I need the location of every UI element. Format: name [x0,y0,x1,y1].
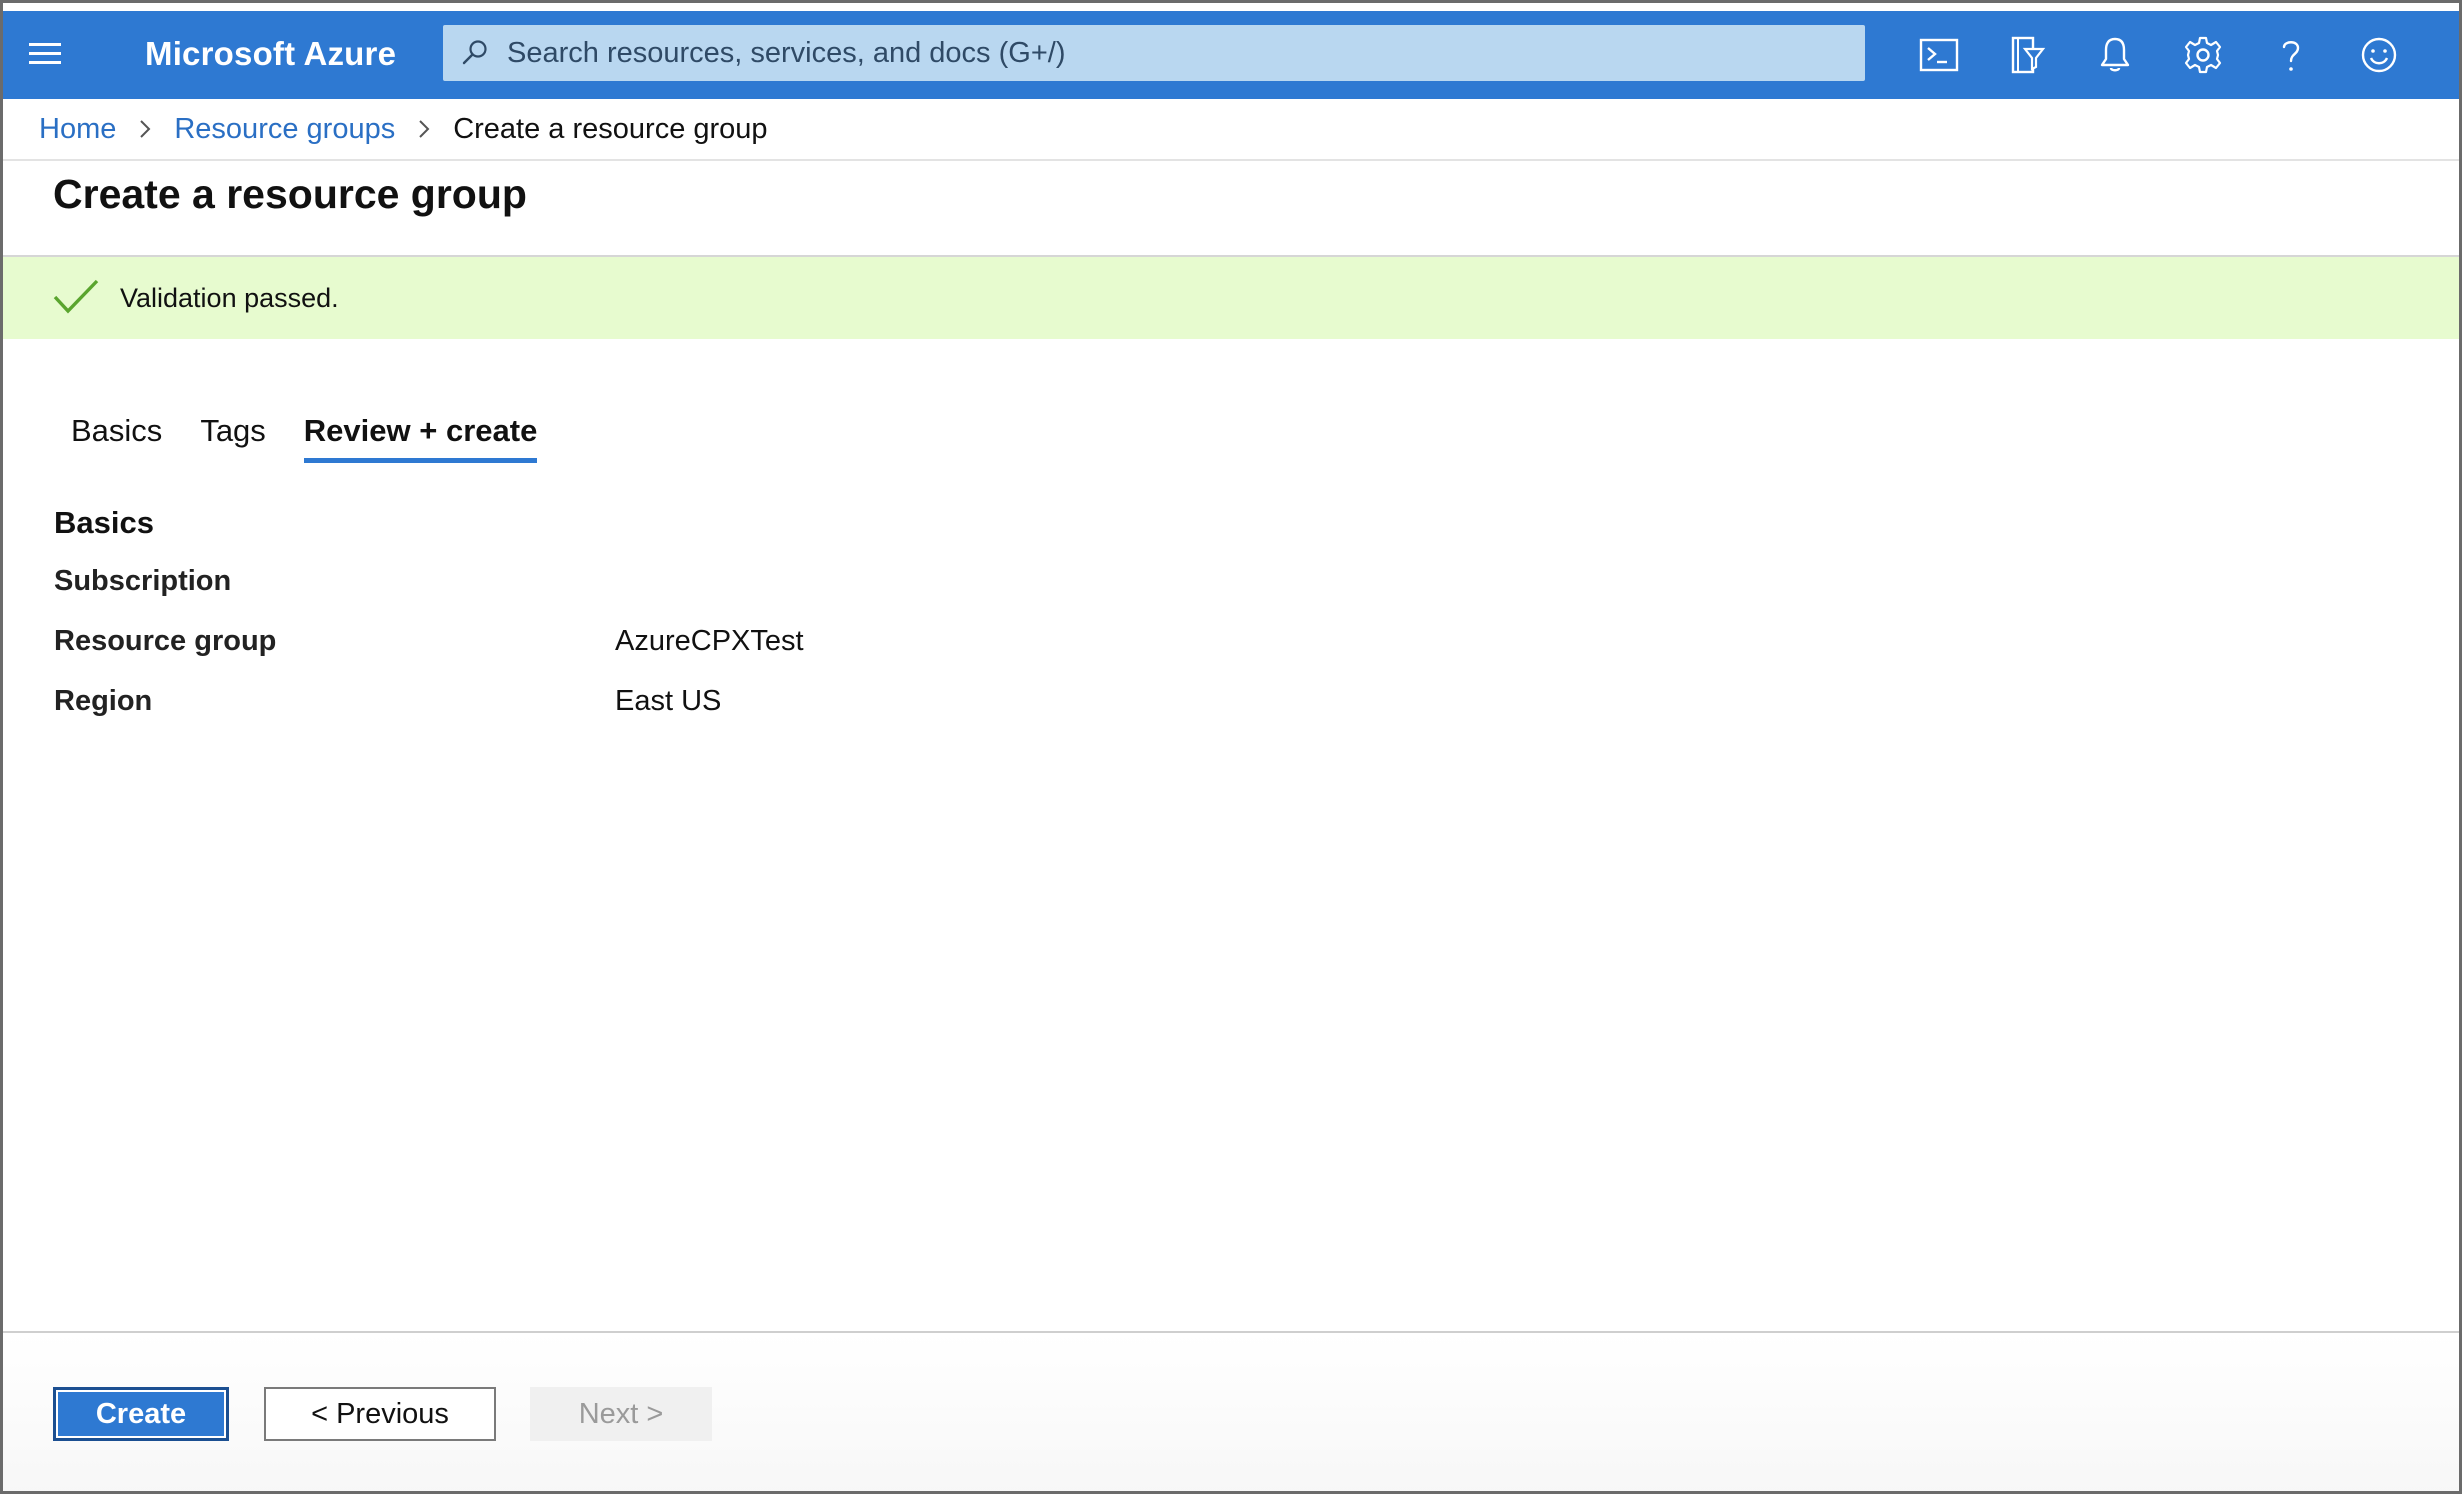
summary-row-resource-group: Resource group AzureCPXTest [54,625,1254,665]
summary-value: East US [615,685,722,717]
breadcrumb-divider [3,159,2459,161]
breadcrumb-home-link[interactable]: Home [39,113,116,146]
portal-window: Microsoft Azure Search resources, servic… [0,0,2462,1494]
feedback-icon[interactable] [2353,29,2405,81]
brand-title[interactable]: Microsoft Azure [145,35,396,73]
top-navigation-bar: Microsoft Azure [3,11,2459,99]
summary-value: AzureCPXTest [615,625,804,657]
wizard-footer: Create < Previous Next > [3,1333,2459,1491]
chevron-right-icon [138,118,152,140]
chevron-right-icon [417,118,431,140]
summary-row-region: Region East US [54,685,1254,725]
summary-label: Resource group [54,625,277,657]
notifications-icon[interactable] [2089,29,2141,81]
cloud-shell-icon[interactable] [1913,29,1965,81]
breadcrumb-resource-groups-link[interactable]: Resource groups [174,113,395,146]
summary-section-heading: Basics [54,505,154,540]
checkmark-icon [53,277,99,322]
validation-banner: Validation passed. [3,257,2459,339]
topbar-top-strip [3,3,2459,11]
menu-hamburger-icon[interactable] [29,39,69,71]
tab-tags[interactable]: Tags [200,413,265,463]
breadcrumb: Home Resource groups Create a resource g… [39,107,768,151]
next-button: Next > [530,1387,712,1441]
tab-review-create[interactable]: Review + create [303,413,537,463]
summary-row-subscription: Subscription [54,565,1254,605]
search-input[interactable] [507,25,1847,81]
settings-icon[interactable] [2177,29,2229,81]
breadcrumb-current: Create a resource group [453,112,768,145]
summary-label: Region [54,685,153,717]
previous-button[interactable]: < Previous [264,1387,496,1441]
create-button[interactable]: Create [53,1387,229,1441]
validation-message: Validation passed. [120,283,339,313]
page-title: Create a resource group [53,171,527,217]
directory-filter-icon[interactable] [2001,29,2053,81]
help-icon[interactable] [2265,29,2317,81]
summary-label: Subscription [54,565,232,597]
wizard-tabs: Basics Tags Review + create [71,413,575,463]
tab-basics[interactable]: Basics [71,413,162,463]
search-icon [461,39,489,72]
global-search[interactable] [443,25,1865,81]
